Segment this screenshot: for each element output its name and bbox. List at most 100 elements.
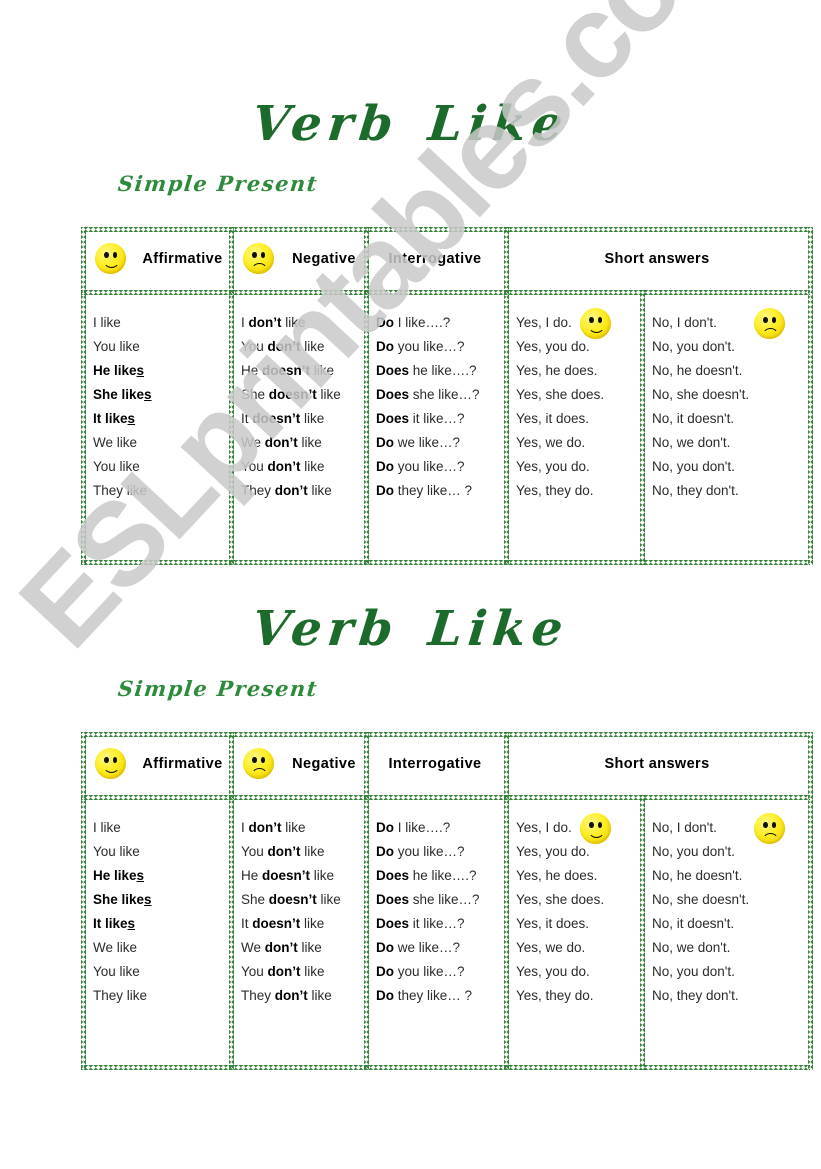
table-row: It doesn’t like — [241, 411, 325, 426]
table-row-2: No, he doesn't. — [652, 868, 743, 883]
table-row-2: You don’t like — [241, 964, 325, 979]
table-row: You don’t like — [241, 339, 325, 354]
table-header-label-2: Affirmative — [142, 755, 223, 772]
table-row: No, she doesn't. — [652, 387, 750, 402]
table-row-2: You like — [93, 844, 140, 859]
column-affirmative-2: I like You like He likes She likes It likes W… — [93, 795, 225, 1008]
table-row-2: Yes, you do. — [516, 964, 590, 979]
table-header-label-2: Short answers — [604, 755, 710, 772]
table-row-2: They don’t like — [241, 988, 332, 1003]
worksheet-page: Verb Like Simple Present Affirmative Negat… — [0, 0, 821, 1169]
table-row: Yes, you do. — [516, 459, 590, 474]
conjugation-table: Affirmative Negative Interrogative Short an… — [81, 227, 813, 565]
table-row-2: We don’t like — [241, 940, 322, 955]
table-header-label: Interrogative — [388, 250, 482, 267]
column-divider-3 — [504, 227, 509, 565]
table-row: Do we like…? — [376, 435, 461, 450]
table-row: Yes, he does. — [516, 363, 598, 378]
table-row: Do I like….? — [376, 315, 451, 330]
table-header-label: Short answers — [604, 250, 710, 267]
table-row-2: No, you don't. — [652, 844, 735, 859]
conjugation-table-2: Affirmative Negative Interrogative Short an… — [81, 732, 813, 1070]
table-row-2: I don’t like — [241, 820, 306, 835]
table-row: She doesn’t like — [241, 387, 341, 402]
table-row: We like — [93, 435, 138, 450]
table-row-2: You don’t like — [241, 844, 325, 859]
table-row: You like — [93, 339, 140, 354]
table-row-2: It doesn’t like — [241, 916, 325, 931]
table-row: You like — [93, 459, 140, 474]
table-row-2: Yes, it does. — [516, 916, 590, 931]
table-row: It likes — [93, 411, 136, 426]
table-row: Yes, I do. — [516, 315, 572, 330]
table-row-2: Yes, we do. — [516, 940, 586, 955]
table-header-label-2: Interrogative — [388, 755, 482, 772]
table-row-2: She doesn’t like — [241, 892, 341, 907]
column-negative: I don’t like You don’t like He doesn’t lik… — [241, 290, 360, 503]
table-row-2: Yes, they do. — [516, 988, 594, 1003]
title-word-like-2: Like — [425, 601, 572, 657]
table-border-left — [81, 227, 86, 565]
table-row-2: He likes — [93, 868, 145, 883]
table-header-label: Negative — [292, 250, 356, 267]
title-word-verb-2: Verb — [249, 601, 402, 657]
sad-face-icon-body — [754, 308, 785, 339]
table-header-label: Affirmative — [142, 250, 223, 267]
table-row: They don’t like — [241, 483, 332, 498]
table-row: Do they like… ? — [376, 483, 473, 498]
table-row-2: Do you like…? — [376, 964, 465, 979]
table-row: No, you don't. — [652, 339, 735, 354]
column-interrogative-2: Do I like….? Do you like…? Does he like….?… — [376, 795, 500, 1008]
table-border-left-2 — [81, 732, 86, 1070]
page-title-2: Verb Like — [0, 601, 821, 657]
table-row: He likes — [93, 363, 145, 378]
happy-face-icon-body — [580, 308, 611, 339]
page-title: Verb Like — [0, 96, 821, 152]
table-row: Yes, we do. — [516, 435, 586, 450]
happy-face-icon — [95, 243, 126, 274]
table-row-2: No, we don't. — [652, 940, 731, 955]
sad-face-icon-2 — [243, 748, 274, 779]
table-header-cell-negative: Negative — [235, 227, 368, 290]
table-row: Do you like…? — [376, 459, 465, 474]
table-row: No, they don't. — [652, 483, 739, 498]
table-header-cell-affirmative-2: Affirmative — [87, 732, 233, 795]
table-row-2: Do I like….? — [376, 820, 451, 835]
table-row: Does it like…? — [376, 411, 465, 426]
table-header-cell-interrogative: Interrogative — [370, 227, 500, 290]
table-row-2: We like — [93, 940, 138, 955]
table-row: We don’t like — [241, 435, 322, 450]
table-border-bottom-2 — [81, 1065, 810, 1070]
table-row: I don’t like — [241, 315, 306, 330]
page-subtitle-2: Simple Present — [116, 676, 320, 701]
table-row-2: Yes, you do. — [516, 844, 590, 859]
table-row: Yes, it does. — [516, 411, 590, 426]
table-row-2: No, they don't. — [652, 988, 739, 1003]
table-border-right-2 — [808, 732, 813, 1070]
table-row-2: No, she doesn't. — [652, 892, 750, 907]
table-row: She likes — [93, 387, 152, 402]
table-row-2: It likes — [93, 916, 136, 931]
table-row: I like — [93, 315, 121, 330]
table-row-2: I like — [93, 820, 121, 835]
table-row: Does she like…? — [376, 387, 480, 402]
sad-face-icon-body-2 — [754, 813, 785, 844]
short-answers-sub-divider-2 — [640, 795, 645, 1070]
column-divider-3-2 — [504, 732, 509, 1070]
table-row: No, it doesn't. — [652, 411, 735, 426]
column-short-answers-yes-2: Yes, I do. Yes, you do. Yes, he does. Yes, … — [516, 795, 636, 1008]
table-row: He doesn’t like — [241, 363, 335, 378]
table-row-2: Does he like….? — [376, 868, 477, 883]
table-row: No, he doesn't. — [652, 363, 743, 378]
happy-face-icon-2 — [95, 748, 126, 779]
table-row: Do you like…? — [376, 339, 465, 354]
table-row: They like — [93, 483, 148, 498]
table-row: No, we don't. — [652, 435, 731, 450]
table-row-2: He doesn’t like — [241, 868, 335, 883]
table-row-2: Does it like…? — [376, 916, 465, 931]
table-header-label-2: Negative — [292, 755, 356, 772]
table-header-cell-short-answers: Short answers — [510, 227, 804, 290]
table-row: Yes, they do. — [516, 483, 594, 498]
short-answers-sub-divider — [640, 290, 645, 565]
title-word-verb: Verb — [249, 96, 402, 152]
